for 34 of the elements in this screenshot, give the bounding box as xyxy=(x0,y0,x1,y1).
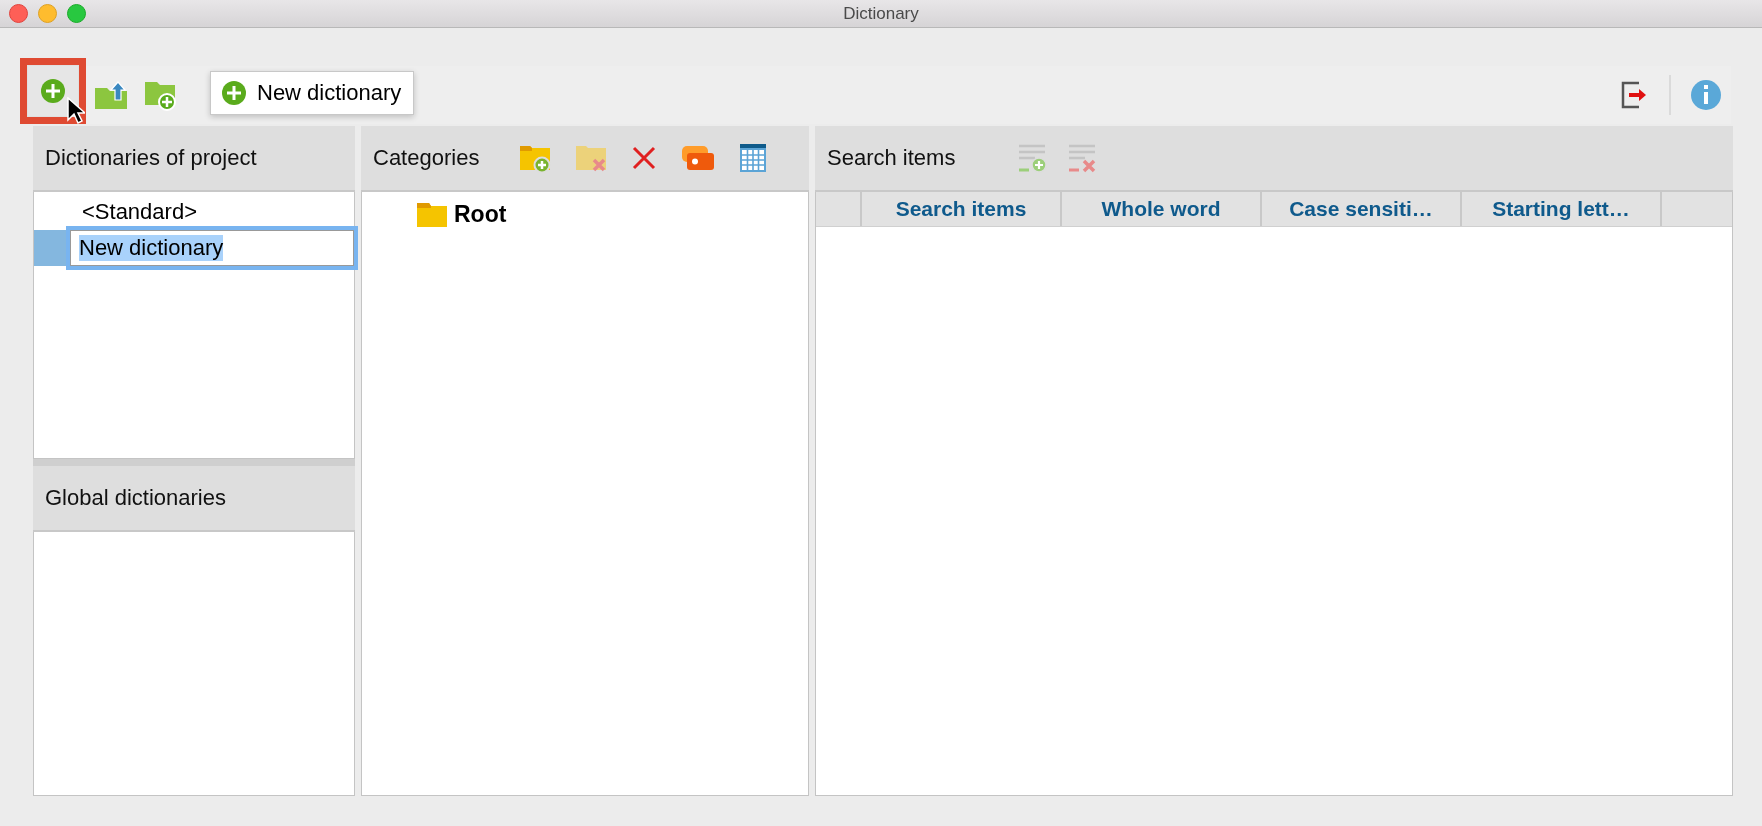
delete-icon xyxy=(631,145,658,171)
folder-upload-icon xyxy=(94,80,128,110)
column-header[interactable]: Whole word xyxy=(1062,192,1262,226)
window-title: Dictionary xyxy=(843,3,919,23)
plus-circle-icon xyxy=(221,80,247,106)
close-button[interactable] xyxy=(9,4,28,23)
column-header[interactable]: Starting lett… xyxy=(1462,192,1662,226)
tree-node[interactable]: Root xyxy=(454,200,507,228)
panel-title: Dictionaries of project xyxy=(45,145,257,171)
add-category-button[interactable] xyxy=(519,143,552,173)
cursor-icon xyxy=(67,97,85,125)
folder-add-icon xyxy=(519,143,552,173)
panel-title: Categories xyxy=(373,145,480,171)
info-icon xyxy=(1690,79,1722,111)
minimize-button[interactable] xyxy=(38,4,57,23)
table-button[interactable] xyxy=(739,143,768,173)
dictionary-item[interactable]: <Standard> xyxy=(72,199,197,225)
folder-delete-icon xyxy=(575,143,608,173)
tag-icon xyxy=(681,145,716,171)
zoom-button[interactable] xyxy=(67,4,86,23)
panel-title: Global dictionaries xyxy=(45,485,226,511)
folder-add-icon xyxy=(144,79,178,111)
column-header[interactable]: Case sensiti… xyxy=(1262,192,1462,226)
table-icon xyxy=(739,143,768,173)
delete-category-button[interactable] xyxy=(575,143,608,173)
exit-icon xyxy=(1620,80,1648,110)
panel-title: Search items xyxy=(827,145,956,171)
plus-circle-icon xyxy=(40,78,66,104)
column-header[interactable]: Search items xyxy=(862,192,1062,226)
new-dictionary-button[interactable] xyxy=(28,66,78,116)
tag-button[interactable] xyxy=(681,145,716,171)
delete-button[interactable] xyxy=(631,145,658,171)
tooltip-text: New dictionary xyxy=(257,80,402,106)
folder-icon xyxy=(416,200,448,228)
